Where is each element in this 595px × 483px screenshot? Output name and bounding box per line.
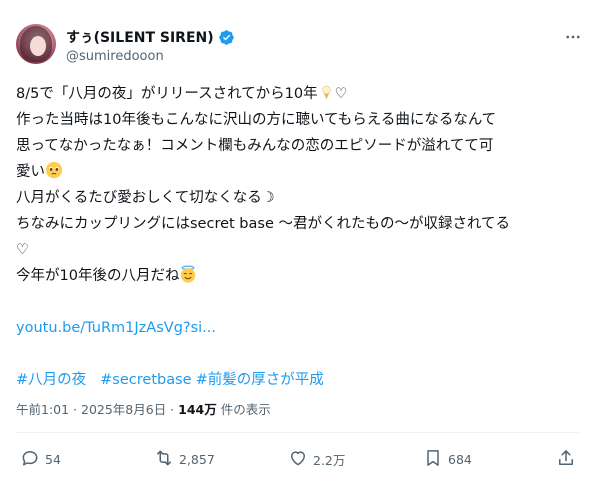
reply-icon xyxy=(20,448,40,471)
heart-glyph: ♡ xyxy=(334,86,348,102)
share-icon xyxy=(556,448,576,471)
views-label: 件の表示 xyxy=(216,402,271,417)
repost-count: 2,857 xyxy=(179,452,215,467)
action-bar: 54 2,857 2.2万 684 xyxy=(0,448,595,472)
tweet-line-4: 愛い xyxy=(16,159,586,185)
share-button[interactable] xyxy=(556,448,576,471)
author-handle[interactable]: @sumiredooon xyxy=(66,49,164,64)
author-name-row: すぅ(SILENT SIREN) xyxy=(66,27,235,47)
timestamp-link[interactable]: 午前1:01 · 2025年8月6日 · xyxy=(16,402,178,417)
more-options-icon[interactable] xyxy=(562,26,584,48)
heart-icon xyxy=(288,448,308,471)
author-display-name[interactable]: すぅ(SILENT SIREN) xyxy=(66,27,214,47)
hashtag-link[interactable]: #secretbase xyxy=(100,372,191,388)
views-count: 144万 xyxy=(178,402,217,417)
tweet-line-3: 思ってなかったなぁ！コメント欄もみんなの恋のエピソードが溢れてて可 xyxy=(16,138,494,154)
bookmark-icon xyxy=(423,448,443,471)
smiling-face-with-halo-emoji-icon xyxy=(179,265,197,292)
hashtag-link[interactable]: #八月の夜 xyxy=(16,372,86,388)
pleading-face-emoji-icon xyxy=(45,161,63,188)
tweet-line-5: 八月がくるたび愛おしくて切なくなる☽ xyxy=(16,190,275,206)
like-button[interactable]: 2.2万 xyxy=(288,448,345,471)
tweet-line-6: ちなみにカップリングにはsecret base 〜君がくれたもの〜が収録されてる xyxy=(16,216,511,232)
tweet-line-1: 8/5で「八月の夜」がリリースされてから10年 ♡ xyxy=(16,81,586,107)
like-count: 2.2万 xyxy=(313,453,346,468)
tweet-card: すぅ(SILENT SIREN) @sumiredooon 8/5で「八月の夜」… xyxy=(0,0,595,483)
tweet-text: 8/5で「八月の夜」がリリースされてから10年 ♡ 作った当時は10年後もこんなに… xyxy=(16,81,586,393)
reply-count: 54 xyxy=(45,452,61,467)
tweet-line-8: 今年が10年後の八月だね xyxy=(16,263,586,289)
tweet-line-link: youtu.be/TuRm1JzAsVg?si... xyxy=(16,315,586,341)
tweet-line-2: 作った当時は10年後もこんなに沢山の方に聴いてもらえる曲になるなんて xyxy=(16,112,497,128)
repost-button[interactable]: 2,857 xyxy=(154,448,215,471)
verified-badge-icon xyxy=(218,29,235,46)
repost-icon xyxy=(154,448,174,471)
moon-glyph: ☽ xyxy=(261,190,275,206)
bookmark-count: 684 xyxy=(448,452,472,467)
divider xyxy=(16,432,579,433)
hashtag-link[interactable]: #前髪の厚さが平成 xyxy=(196,372,324,388)
hashtags-row: #八月の夜 #secretbase #前髪の厚さが平成 xyxy=(16,367,586,393)
youtube-link[interactable]: youtu.be/TuRm1JzAsVg?si... xyxy=(16,320,216,336)
tweet-line-7: ♡ xyxy=(16,242,29,258)
avatar[interactable] xyxy=(16,24,56,64)
reply-button[interactable]: 54 xyxy=(20,448,61,471)
tweet-meta: 午前1:01 · 2025年8月6日 · 144万 件の表示 xyxy=(16,399,271,418)
bookmark-button[interactable]: 684 xyxy=(423,448,472,471)
